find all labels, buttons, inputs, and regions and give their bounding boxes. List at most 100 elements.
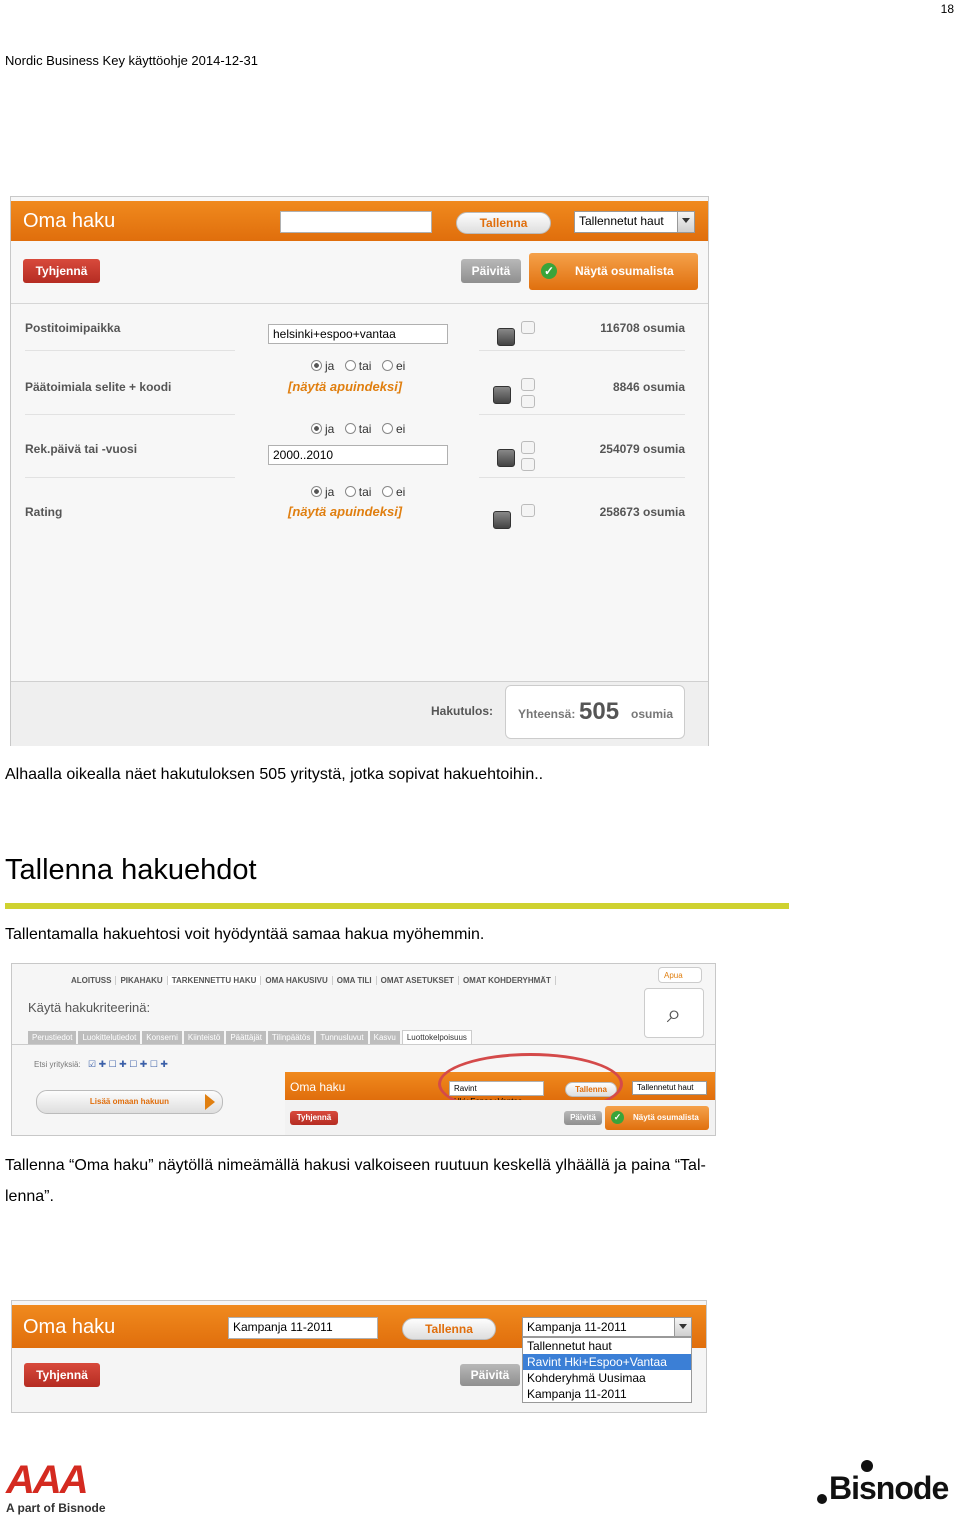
subtab-credit[interactable]: Luottokelpoisuus: [401, 1030, 472, 1045]
trash-icon[interactable]: [497, 328, 515, 346]
saved-searches-value: Kampanja 11-2011: [527, 1320, 627, 1334]
subtab-decision-makers[interactable]: Päättäjät: [226, 1031, 266, 1044]
regdate-input[interactable]: 2000..2010: [268, 445, 448, 465]
arrow-down-icon[interactable]: [521, 321, 535, 334]
arrow-down-icon[interactable]: [521, 395, 535, 408]
trash-icon[interactable]: [497, 449, 515, 467]
show-results-button[interactable]: ✓ Näytä osumalista: [605, 1106, 709, 1130]
menu-item-saved-searches[interactable]: Tallennetut haut: [523, 1338, 691, 1354]
save-button[interactable]: Tallenna: [402, 1318, 496, 1340]
radio-and-label: ja: [325, 358, 335, 373]
clear-button[interactable]: Tyhjennä: [23, 259, 100, 283]
operator-radios: ja tai ei: [311, 420, 411, 438]
show-results-button[interactable]: ✓ Näytä osumalista: [529, 253, 698, 290]
criteria-title: Käytä hakukriteerinä:: [28, 1000, 151, 1015]
clear-button[interactable]: Tyhjennä: [24, 1363, 100, 1387]
subtab-basic[interactable]: Perustiedot: [28, 1031, 77, 1044]
checkmark-icon: ✓: [611, 1111, 624, 1124]
own-search-title: Oma haku: [290, 1080, 346, 1094]
search-screenshot: Oma haku Tallenna Tallennetut haut Tyhje…: [10, 196, 709, 746]
saved-searches-dropdown[interactable]: Tallennetut haut: [574, 211, 695, 233]
bisnode-dots-icon: [817, 1494, 827, 1504]
radio-or-label: tai: [358, 484, 372, 499]
search-companies-label: Etsi yrityksiä:: [34, 1060, 81, 1069]
subtab-growth[interactable]: Kasvu: [369, 1031, 400, 1044]
helper-index-link[interactable]: [näytä apuindeksi]: [288, 379, 402, 394]
aaa-letters: AAA: [6, 1458, 89, 1502]
trash-icon[interactable]: [493, 511, 511, 529]
criterion-divider: [479, 350, 685, 351]
criterion-count-industry: 8846 osumia: [612, 380, 685, 394]
help-button[interactable]: Apua: [658, 967, 702, 983]
tab-start[interactable]: ALOITUSS: [67, 976, 117, 985]
subtab-key-figures[interactable]: Tunnusluvut: [316, 1031, 368, 1044]
aaa-logo: AAA A part of Bisnode: [6, 1458, 106, 1515]
bisnode-logo: Bisnode: [815, 1458, 957, 1516]
save-button[interactable]: Tallenna: [456, 212, 551, 234]
radio-and[interactable]: [311, 360, 322, 372]
trash-icon[interactable]: [493, 386, 511, 404]
radio-not[interactable]: [381, 360, 393, 372]
sub-tabs: Perustiedot Luokittelutiedot Konserni Kiint…: [28, 1027, 474, 1045]
menu-item-ravint[interactable]: Ravint Hki+Espoo+Vantaa: [523, 1354, 691, 1370]
menu-item-campaign[interactable]: Kampanja 11-2011: [523, 1386, 691, 1402]
radio-not[interactable]: [381, 423, 393, 435]
document-header: Nordic Business Key käyttöohje 2014-12-3…: [5, 53, 258, 68]
total-value: 505: [579, 698, 620, 725]
radio-not[interactable]: [381, 486, 393, 498]
radio-and-label: ja: [325, 421, 335, 436]
subtab-property[interactable]: Kiinteistö: [183, 1031, 225, 1044]
arrow-up-icon[interactable]: [521, 378, 535, 391]
tab-account[interactable]: OMA TILI: [333, 976, 377, 985]
saved-searches-value: Tallennetut haut: [637, 1083, 694, 1092]
arrow-up-icon[interactable]: [521, 441, 535, 454]
subtab-classification[interactable]: Luokittelutiedot: [78, 1031, 141, 1044]
update-button[interactable]: Päivitä: [460, 1364, 520, 1386]
chevron-down-icon: [677, 212, 694, 232]
radio-or[interactable]: [344, 423, 356, 435]
aaa-tagline: A part of Bisnode: [6, 1501, 106, 1515]
subtab-financials[interactable]: Tilinpäätös: [267, 1031, 315, 1044]
update-button[interactable]: Päivitä: [564, 1111, 602, 1125]
tab-advanced-search[interactable]: TARKENNETTU HAKU: [167, 976, 262, 985]
radio-or-label: tai: [358, 358, 372, 373]
saved-searches-dropdown[interactable]: Kampanja 11-2011: [522, 1317, 692, 1337]
saved-searches-menu: Tallennetut haut Ravint Hki+Espoo+Vantaa…: [522, 1337, 692, 1403]
radio-not-label: ei: [395, 484, 406, 499]
criterion-divider: [479, 477, 685, 478]
radio-and[interactable]: [311, 423, 322, 435]
radio-or[interactable]: [344, 486, 356, 498]
menu-item-target-group[interactable]: Kohderyhmä Uusimaa: [523, 1370, 691, 1386]
search-name-input[interactable]: Kampanja 11-2011: [228, 1317, 378, 1339]
add-arrow-icon: [205, 1094, 215, 1110]
criterion-divider: [25, 414, 235, 415]
tab-own-page[interactable]: OMA HAKUSIVU: [261, 976, 333, 985]
clear-button[interactable]: Tyhjennä: [290, 1111, 338, 1125]
section-paragraph: Tallentamalla hakuehtosi voit hyödyntää …: [5, 926, 485, 943]
subtab-group[interactable]: Konserni: [142, 1031, 182, 1044]
tab-target-groups[interactable]: OMAT KOHDERYHMÄT: [459, 976, 556, 985]
page-number: 18: [940, 2, 954, 16]
radio-not-label: ei: [395, 358, 406, 373]
arrow-down-icon[interactable]: [521, 458, 535, 471]
total-label: Yhteensä:: [518, 707, 576, 721]
main-tabs: ALOITUSS PIKAHAKU TARKENNETTU HAKU OMA HAKU…: [67, 970, 556, 988]
country-flags: ☑ ✚ ☐ ✚ ☐ ✚ ☐ ✚: [88, 1059, 168, 1069]
saved-searches-dropdown[interactable]: Tallennetut haut: [632, 1081, 707, 1095]
saved-search-screenshot: Oma haku Kampanja 11-2011 Tallenna Tyhje…: [11, 1300, 707, 1413]
search-name-input[interactable]: [280, 211, 432, 233]
add-to-search-button[interactable]: Lisää omaan hakuun: [36, 1090, 223, 1114]
bisnode-wordmark: Bisnode: [829, 1470, 949, 1506]
arrow-up-icon[interactable]: [521, 504, 535, 517]
tab-settings[interactable]: OMAT ASETUKSET: [377, 976, 459, 985]
postal-input[interactable]: helsinki+espoo+vantaa: [268, 324, 448, 344]
tab-quick-search[interactable]: PIKAHAKU: [116, 976, 168, 985]
caption-save-line2: lenna”.: [5, 1188, 54, 1205]
subtab-divider: [12, 1044, 715, 1045]
nav-screenshot: ALOITUSS PIKAHAKU TARKENNETTU HAKU OMA HAKU…: [11, 963, 716, 1136]
result-box: Yhteensä: 505 osumia: [505, 685, 685, 739]
helper-index-link[interactable]: [näytä apuindeksi]: [288, 504, 402, 519]
radio-or[interactable]: [344, 360, 356, 372]
radio-and[interactable]: [311, 486, 322, 498]
update-button[interactable]: Päivitä: [461, 259, 521, 283]
